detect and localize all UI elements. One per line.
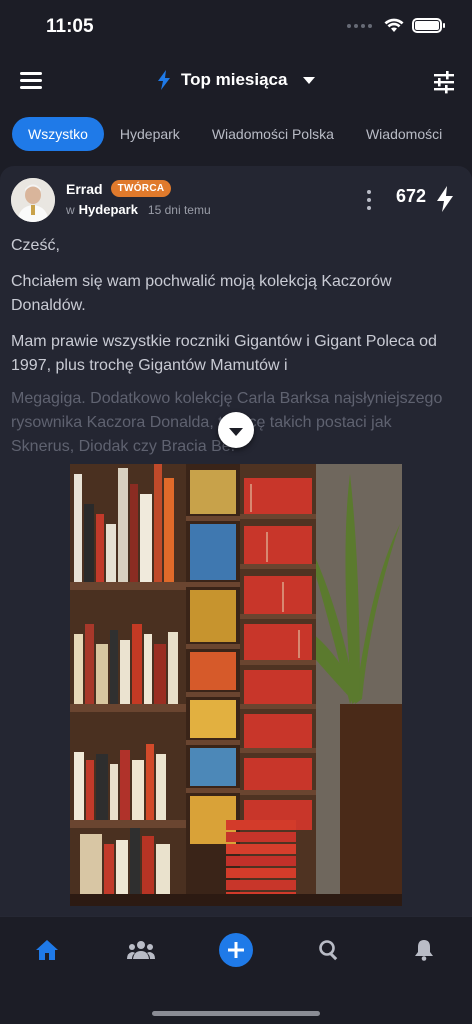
top-nav: Top miesiąca bbox=[0, 60, 472, 106]
post-score: 672 bbox=[396, 186, 427, 206]
tab-hydepark[interactable]: Hydepark bbox=[104, 117, 196, 151]
bell-icon[interactable] bbox=[407, 933, 441, 967]
status-time: 11:05 bbox=[46, 16, 94, 37]
post-image[interactable] bbox=[70, 464, 402, 906]
wifi-icon bbox=[384, 18, 404, 32]
bolt-icon bbox=[158, 70, 170, 90]
hamburger-icon[interactable] bbox=[20, 72, 42, 92]
home-indicator bbox=[152, 1011, 320, 1016]
avatar-image bbox=[11, 178, 55, 222]
chevron-down-icon bbox=[303, 76, 316, 84]
status-icons bbox=[347, 18, 445, 33]
bolt-icon[interactable] bbox=[436, 186, 454, 212]
post-meta: w Hydepark 15 dni temu bbox=[66, 202, 211, 217]
community-prefix: w bbox=[66, 203, 75, 217]
author-row: Errad TWÓRCA bbox=[66, 180, 172, 197]
page-title: Top miesiąca bbox=[181, 70, 288, 89]
category-tabs: Wszystko Hydepark Wiadomości Polska Wiad… bbox=[12, 116, 472, 152]
more-options-icon[interactable] bbox=[366, 190, 372, 210]
avatar[interactable] bbox=[11, 178, 55, 222]
bottom-nav bbox=[0, 916, 472, 1024]
post-time: 15 dni temu bbox=[147, 203, 211, 217]
post-paragraph: Mam prawie wszystkie roczniki Gigantów i… bbox=[11, 333, 437, 374]
status-bar: 11:05 bbox=[0, 0, 472, 56]
signal-dots-icon bbox=[347, 23, 372, 28]
post-paragraph: Chciałem się wam pochwalić moją kolekcją… bbox=[11, 273, 392, 314]
people-icon[interactable] bbox=[124, 933, 158, 967]
creator-badge: TWÓRCA bbox=[110, 180, 172, 197]
battery-icon bbox=[412, 18, 445, 33]
search-icon[interactable] bbox=[312, 933, 346, 967]
post-body: Cześć, Chciałem się wam pochwalić moją k… bbox=[11, 234, 451, 390]
post-card[interactable]: Errad TWÓRCA w Hydepark 15 dni temu 672 … bbox=[0, 166, 472, 916]
community-link[interactable]: Hydepark bbox=[79, 202, 138, 217]
expand-post-button[interactable] bbox=[218, 412, 254, 448]
post-paragraph: Cześć, bbox=[11, 237, 60, 254]
home-icon[interactable] bbox=[30, 933, 64, 967]
plus-icon[interactable] bbox=[219, 933, 253, 967]
tab-wszystko[interactable]: Wszystko bbox=[12, 117, 104, 151]
feed-selector[interactable]: Top miesiąca bbox=[157, 70, 316, 90]
author-name[interactable]: Errad bbox=[66, 181, 103, 197]
bookshelf-photo bbox=[70, 464, 402, 906]
sliders-icon[interactable] bbox=[432, 70, 456, 94]
tab-wiadomosci[interactable]: Wiadomości bbox=[350, 117, 458, 151]
tab-wiadomosci-polska[interactable]: Wiadomości Polska bbox=[196, 117, 350, 151]
